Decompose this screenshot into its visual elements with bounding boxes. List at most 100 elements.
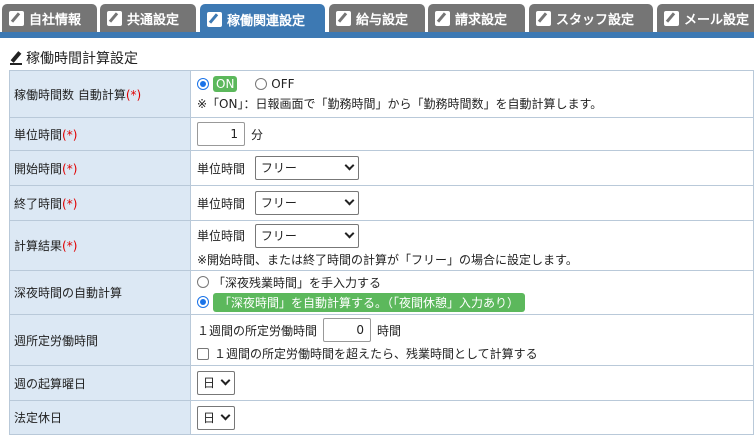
night-manual-radio[interactable] [197,276,209,288]
edit-icon [664,10,679,26]
calc-result-note: ※開始時間、または終了時間の計算が「フリー」の場合に設定します。 [197,252,578,267]
weekly-hours-unit: 時間 [377,323,402,338]
row-legal-holiday: 法定休日 日 [9,400,754,435]
label-text: 週所定労働時間 [14,333,99,348]
auto-calc-note: ※「ON」：日報画面で「勤務時間」から「勤務時間数」を自動計算します。 [197,97,603,111]
select-value: 日 [203,410,216,425]
label-text: 深夜時間の自動計算 [14,286,123,300]
edit-icon [9,10,24,26]
chevron-down-icon [344,195,355,206]
chevron-down-icon [344,228,355,238]
select-value: フリー [260,196,297,210]
row-value: 「深夜残業時間」を手入力する 「深夜時間」を自動計算する。（「夜間休憩」入力あり… [190,270,754,315]
select-value: 日 [203,376,216,390]
label-text: 終了時間 [14,196,63,211]
label-text: 単位時間 [14,127,63,142]
row-label: 法定休日 [9,400,191,435]
row-weekly-hours: 週所定労働時間 １週間の所定労働時間 0 時間 １週間の所定労働時間を超えたら、残業… [9,314,754,366]
chevron-down-icon [344,160,355,171]
calc-result-inline-label: 単位時間 [197,229,246,243]
section-title-text: 稼働時間計算設定 [26,51,138,67]
unit-time-input[interactable]: 1 [197,122,245,146]
auto-calc-off-label: OFF [271,77,295,91]
row-calc-result: 計算結果(*) 単位時間 フリー ※開始時間、または終了時間の計算が「フリー」の… [9,220,754,271]
night-manual-label: 「深夜残業時間」を手入力する [213,275,382,290]
tab-label: 自社情報 [29,12,82,28]
edit-icon [207,11,222,27]
edit-icon [336,10,351,26]
tab-operation-settings[interactable]: 稼働関連設定 [200,4,325,34]
tab-label: 稼働関連設定 [227,13,306,29]
row-value: １週間の所定労働時間 0 時間 １週間の所定労働時間を超えたら、残業時間として計算す… [190,314,754,366]
row-value: 日 [190,400,754,435]
overtime-checkbox[interactable] [197,347,209,360]
end-time-inline-label: 単位時間 [197,196,246,211]
row-auto-calc: 稼働時間数 自動計算(*) ON OFF ※「ON」：日報画面で「勤務時間」から… [9,70,754,118]
auto-calc-on-radio[interactable] [197,78,209,90]
section-title: 稼働時間計算設定 [10,48,138,68]
label-text: 計算結果 [14,239,63,253]
chevron-down-icon [220,375,231,386]
row-label: 週の起算曜日 [9,365,191,401]
row-value: 単位時間 フリー [190,185,754,221]
calc-result-select[interactable]: フリー [254,223,359,248]
row-value: ON OFF ※「ON」：日報画面で「勤務時間」から「勤務時間数」を自動計算しま… [190,70,754,118]
select-value: フリー [260,161,297,175]
tab-common-settings[interactable]: 共通設定 [100,4,196,32]
tab-company-info[interactable]: 自社情報 [2,4,97,32]
required-mark: (*) [62,239,78,253]
label-text: 開始時間 [14,161,63,176]
night-auto-label: 「深夜時間」を自動計算する。（「夜間休憩」入力あり） [213,292,526,312]
chevron-down-icon [220,410,231,420]
row-label: 深夜時間の自動計算 [9,270,191,315]
start-time-select[interactable]: フリー [254,156,359,180]
row-label: 開始時間(*) [9,150,191,186]
row-label: 週所定労働時間 [9,314,191,366]
row-unit-time: 単位時間(*) 1分 [9,117,754,151]
edit-icon [536,10,551,26]
weekly-hours-input[interactable]: 0 [323,318,372,342]
week-start-select[interactable]: 日 [197,371,235,395]
row-value: 単位時間 フリー ※開始時間、または終了時間の計算が「フリー」の場合に設定します… [190,220,754,271]
unit-time-unit: 分 [251,127,264,142]
tab-label: 共通設定 [127,12,180,28]
tab-mail-settings[interactable]: メール設定 [657,4,754,32]
edit-icon [107,10,122,26]
tab-label: メール設定 [684,12,750,28]
weekly-hours-inline-label: １週間の所定労働時間 [197,323,318,338]
auto-calc-off-radio[interactable] [255,78,268,90]
row-label: 単位時間(*) [9,117,191,151]
row-night-auto: 深夜時間の自動計算 「深夜残業時間」を手入力する 「深夜時間」を自動計算する。（… [9,270,754,315]
tab-staff-settings[interactable]: スタッフ設定 [529,4,653,32]
row-label: 稼働時間数 自動計算(*) [9,70,191,118]
tab-bar: 自社情報 共通設定 稼働関連設定 給与設定 請求設定 スタッフ設定 メール設定 [0,0,754,38]
legal-holiday-select[interactable]: 日 [197,405,235,430]
tab-label: 請求設定 [455,12,508,28]
pencil-icon [10,51,22,65]
select-value: フリー [260,228,297,243]
tab-billing-settings[interactable]: 請求設定 [428,4,525,32]
row-start-time: 開始時間(*) 単位時間 フリー [9,150,754,186]
end-time-select[interactable]: フリー [254,191,359,215]
start-time-inline-label: 単位時間 [197,161,246,176]
row-value: 日 [190,365,754,401]
edit-icon [435,10,450,26]
row-end-time: 終了時間(*) 単位時間 フリー [9,185,754,221]
tab-label: 給与設定 [356,12,409,28]
row-week-start: 週の起算曜日 日 [9,365,754,401]
required-mark: (*) [62,161,78,176]
overtime-checkbox-label: １週間の所定労働時間を超えたら、残業時間として計算する [214,347,538,361]
auto-calc-on-label: ON [213,76,238,92]
required-mark: (*) [62,127,78,142]
tab-label: スタッフ設定 [556,12,635,28]
required-mark: (*) [125,87,142,102]
night-auto-radio[interactable] [197,296,209,308]
row-value: 1分 [190,117,754,151]
tab-salary-settings[interactable]: 給与設定 [329,4,425,32]
label-text: 週の起算曜日 [14,376,87,391]
label-text: 法定休日 [14,411,63,425]
row-value: 単位時間 フリー [190,150,754,186]
row-label: 終了時間(*) [9,185,191,221]
required-mark: (*) [62,196,78,211]
label-text: 稼働時間数 自動計算 [14,87,126,102]
